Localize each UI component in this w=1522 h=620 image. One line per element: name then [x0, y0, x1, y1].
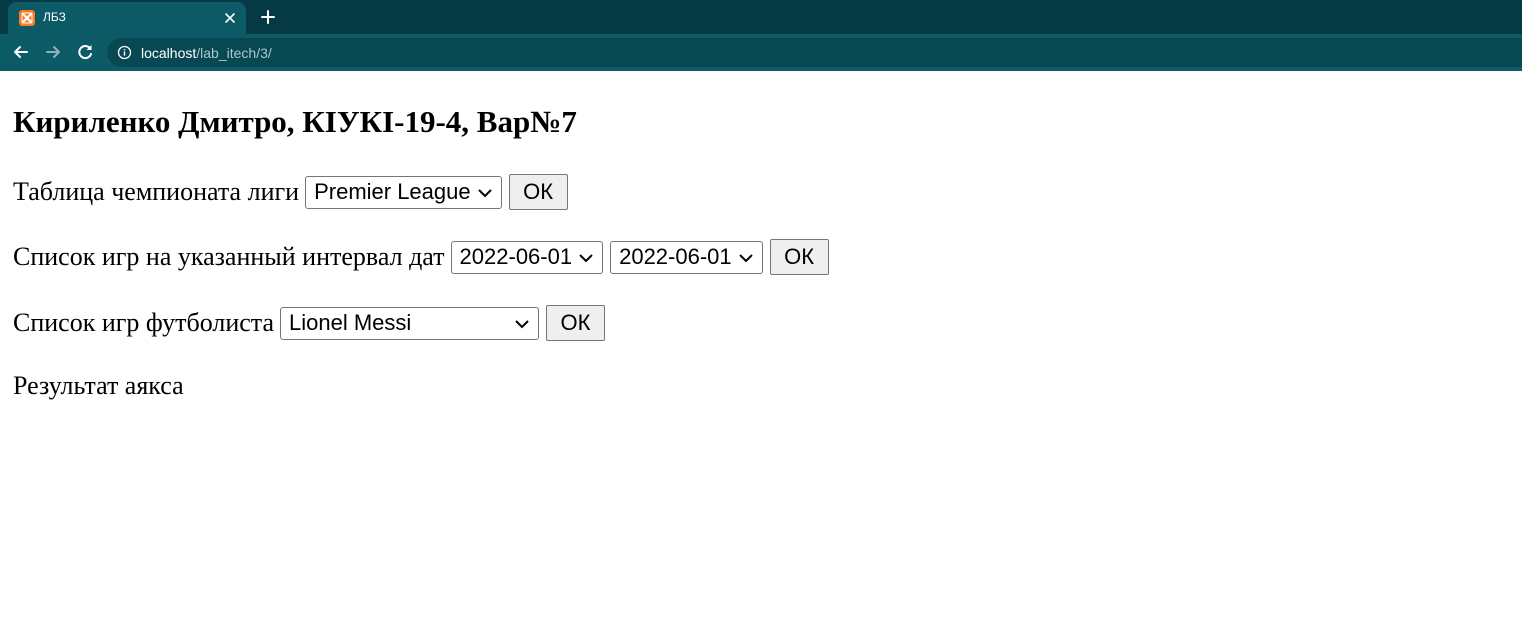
page-title: Кириленко Дмитро, КІУКІ-19-4, Вар№7 [13, 104, 577, 139]
league-form: Таблица чемпионата лиги Premier League О… [13, 174, 568, 210]
browser-tab[interactable]: ЛБЗ [8, 2, 246, 34]
close-icon[interactable] [221, 9, 239, 27]
league-label: Таблица чемпионата лиги [13, 177, 300, 206]
info-icon[interactable] [117, 45, 132, 60]
dates-label: Список игр на указанный интервал дат [13, 242, 445, 271]
chevron-down-icon [738, 253, 753, 262]
league-select[interactable]: Premier League [305, 175, 502, 209]
ajax-result: Результат аякса [13, 371, 184, 400]
chevron-down-icon [477, 188, 492, 197]
page-content: Кириленко Дмитро, КІУКІ-19-4, Вар№7 Табл… [0, 71, 1522, 620]
url-path: /lab_itech/3/ [196, 45, 272, 61]
arrow-left-icon[interactable] [11, 42, 31, 62]
reload-icon[interactable] [75, 42, 95, 62]
date-to-value: 2022-06-01 [619, 244, 732, 269]
date-from-select[interactable]: 2022-06-01 [450, 240, 604, 274]
tab-title: ЛБЗ [43, 10, 66, 24]
arrow-right-icon[interactable] [43, 42, 63, 62]
dates-ok-button[interactable]: ОК [769, 239, 829, 275]
player-select[interactable]: Lionel Messi [280, 306, 540, 340]
browser-toolbar: localhost/lab_itech/3/ [0, 34, 1522, 72]
url-host: localhost [141, 45, 197, 61]
date-to-select[interactable]: 2022-06-01 [610, 240, 763, 274]
plus-icon[interactable] [259, 8, 277, 26]
league-select-value: Premier League [314, 179, 471, 204]
url-text: localhost/lab_itech/3/ [141, 45, 272, 61]
league-ok-button[interactable]: ОК [508, 174, 568, 210]
player-form: Список игр футболиста Lionel Messi ОК [13, 305, 606, 341]
date-from-value: 2022-06-01 [459, 244, 573, 269]
player-ok-button[interactable]: ОК [546, 305, 606, 341]
xampp-icon [19, 10, 35, 26]
chevron-down-icon [579, 253, 593, 262]
player-label: Список игр футболиста [13, 308, 275, 337]
tab-strip: ЛБЗ [0, 0, 1522, 34]
chevron-down-icon [515, 319, 529, 328]
dates-form: Список игр на указанный интервал дат 202… [13, 239, 829, 275]
player-select-value: Lionel Messi [289, 310, 412, 335]
address-bar[interactable]: localhost/lab_itech/3/ [107, 38, 1522, 67]
